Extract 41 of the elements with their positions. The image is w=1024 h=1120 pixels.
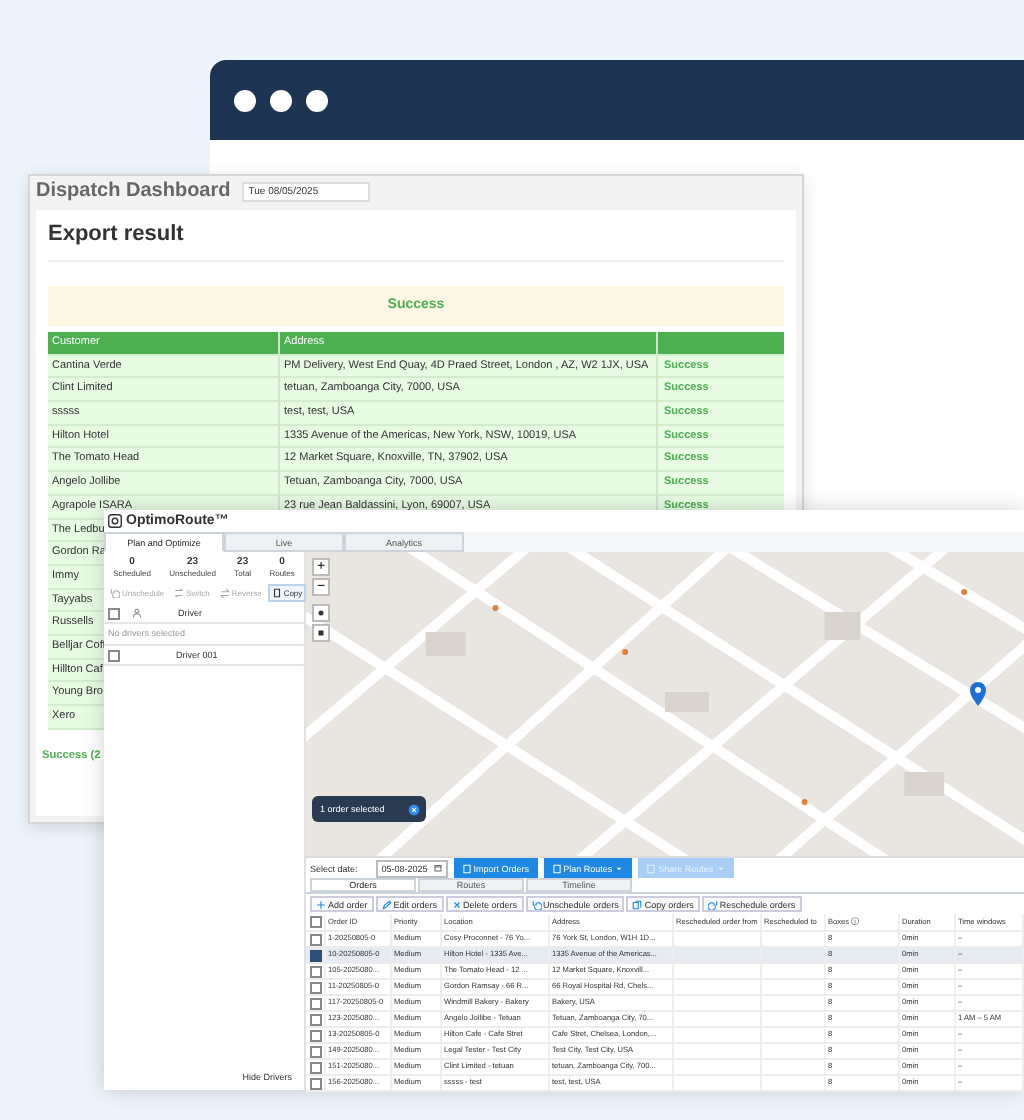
window-dot-icon xyxy=(270,89,292,111)
checkbox[interactable] xyxy=(310,1013,322,1025)
person-icon xyxy=(132,608,142,618)
checkbox[interactable] xyxy=(310,997,322,1009)
document-icon xyxy=(646,863,657,873)
copy-icon xyxy=(632,899,643,909)
location-pin-icon[interactable] xyxy=(968,680,988,708)
checkbox[interactable] xyxy=(310,1045,322,1057)
export-heading: Export result xyxy=(48,210,784,262)
swap-icon xyxy=(174,588,185,598)
checkbox[interactable] xyxy=(310,933,322,945)
map-tool-button[interactable] xyxy=(312,624,330,642)
redo-icon xyxy=(707,899,718,909)
checkbox[interactable] xyxy=(310,949,322,961)
window-dot-icon xyxy=(306,89,328,111)
checkbox[interactable] xyxy=(310,965,322,977)
checkbox[interactable] xyxy=(310,981,322,993)
checkbox[interactable] xyxy=(108,607,120,619)
dot-icon xyxy=(316,608,326,618)
map-tool-button[interactable] xyxy=(312,604,330,622)
window-dot-icon xyxy=(234,89,256,111)
calendar-icon xyxy=(433,864,442,872)
checkbox[interactable] xyxy=(310,1061,322,1073)
checkbox[interactable] xyxy=(310,916,322,928)
copy-icon xyxy=(271,588,282,598)
pencil-icon xyxy=(381,899,392,909)
dashboard-title: Dispatch Dashboard xyxy=(36,180,231,202)
checkbox[interactable] xyxy=(310,1077,322,1089)
document-icon xyxy=(551,863,562,873)
undo-icon xyxy=(110,588,120,598)
plus-icon xyxy=(316,899,326,909)
caret-icon xyxy=(715,863,726,873)
close-icon[interactable] xyxy=(408,803,420,815)
document-icon xyxy=(461,863,472,873)
checkbox[interactable] xyxy=(310,1029,322,1041)
cross-icon xyxy=(451,899,462,909)
checkbox[interactable] xyxy=(108,649,120,661)
swap-icon xyxy=(219,588,230,598)
undo-icon xyxy=(531,899,542,909)
logo-icon xyxy=(108,514,122,528)
caret-icon xyxy=(614,863,625,873)
